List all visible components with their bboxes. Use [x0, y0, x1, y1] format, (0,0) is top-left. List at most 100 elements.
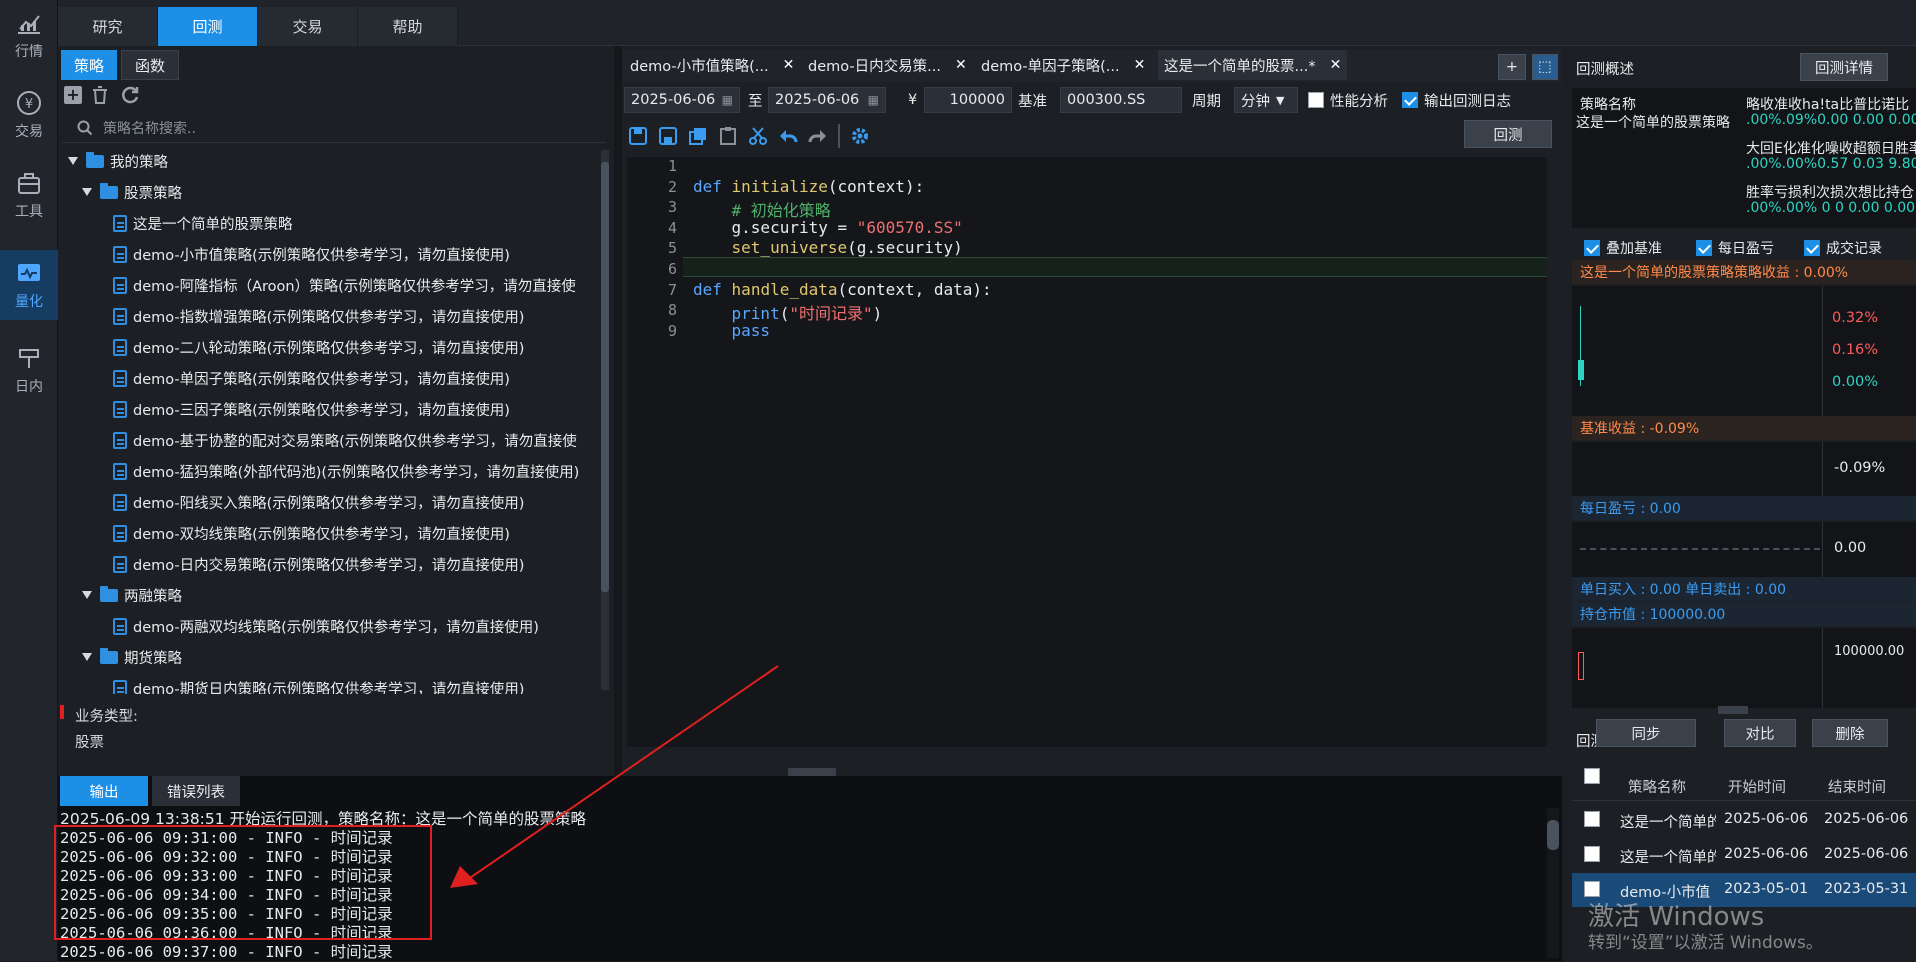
editor-tab[interactable]: demo-单因子策略(... ✕: [981, 50, 1145, 80]
output-log-checkbox[interactable]: 输出回测日志: [1402, 87, 1511, 113]
folder-icon: [100, 647, 118, 664]
trade-record-checkbox[interactable]: 成交记录: [1804, 238, 1882, 258]
tree-group-stock[interactable]: 股票策略: [82, 177, 182, 207]
resize-handle[interactable]: [1718, 706, 1748, 714]
cut-icon[interactable]: [748, 126, 768, 146]
strategy-item[interactable]: demo-阳线买入策略(示例策略仅供参考学习，请勿直接使用): [113, 487, 524, 517]
file-icon: [113, 679, 127, 694]
file-icon: [113, 431, 127, 449]
checkbox-icon[interactable]: [1308, 92, 1324, 108]
save-icon[interactable]: [628, 126, 648, 146]
copy-icon[interactable]: [688, 126, 708, 146]
checkbox-icon[interactable]: [1584, 240, 1600, 256]
checkbox-icon[interactable]: [1696, 240, 1712, 256]
checkbox-icon[interactable]: [1584, 811, 1600, 827]
strategy-item-label: demo-阳线买入策略(示例策略仅供参考学习，请勿直接使用): [133, 495, 525, 512]
tab-research[interactable]: 研究: [58, 7, 158, 46]
rail-item-tools[interactable]: 工具: [0, 160, 58, 230]
end-date-field[interactable]: 2025-06-06 ▦: [768, 87, 886, 113]
bookmark-icon[interactable]: ⬚: [1532, 54, 1558, 80]
strategy-item[interactable]: demo-基于协整的配对交易策略(示例策略仅供参考学习，请勿直接使: [113, 425, 577, 455]
editor-tab[interactable]: demo-日内交易策... ✕: [808, 50, 967, 80]
save-as-icon[interactable]: [658, 126, 678, 146]
tree-root[interactable]: 我的策略: [68, 146, 168, 176]
start-date-field[interactable]: 2025-06-06 ▦: [624, 87, 740, 113]
rail-item-market[interactable]: 行情: [0, 0, 58, 70]
gear-icon[interactable]: [850, 126, 870, 146]
refresh-icon[interactable]: [120, 85, 140, 105]
editor-tab-active[interactable]: 这是一个简单的股票...* ✕: [1158, 50, 1348, 80]
metrics-values-3: .00%.00% 0 0 0.00 0.00: [1746, 200, 1916, 216]
compare-button[interactable]: 对比: [1724, 719, 1796, 747]
strategy-item[interactable]: 这是一个简单的股票策略: [113, 208, 293, 238]
rail-item-intraday[interactable]: 日内: [0, 335, 58, 405]
backtest-button[interactable]: 回测: [1464, 120, 1552, 148]
checkbox-icon[interactable]: [1584, 881, 1600, 897]
tree-group-margin[interactable]: 两融策略: [82, 580, 182, 610]
redo-icon[interactable]: [808, 126, 828, 146]
strategy-item[interactable]: demo-小市值策略(示例策略仅供参考学习，请勿直接使用): [113, 239, 510, 269]
calendar-icon[interactable]: ▦: [722, 93, 733, 107]
tab-trade[interactable]: 交易: [258, 7, 358, 46]
table-row[interactable]: 这是一个简单的 2025-06-06 2025-06-06: [1572, 838, 1916, 872]
calendar-icon[interactable]: ▦: [868, 93, 879, 107]
strategy-item[interactable]: demo-单因子策略(示例策略仅供参考学习，请勿直接使用): [113, 363, 510, 393]
strategy-item[interactable]: demo-阿隆指标（Aroon）策略(示例策略仅供参考学习，请勿直接使: [113, 270, 576, 300]
strategy-item[interactable]: demo-日内交易策略(示例策略仅供参考学习，请勿直接使用): [113, 549, 524, 579]
strategy-item[interactable]: demo-两融双均线策略(示例策略仅供参考学习，请勿直接使用): [113, 611, 539, 641]
strategy-item[interactable]: demo-三因子策略(示例策略仅供参考学习，请勿直接使用): [113, 394, 510, 424]
resize-handle[interactable]: [788, 768, 836, 776]
backtest-detail-button[interactable]: 回测详情: [1800, 53, 1888, 81]
table-row[interactable]: 这是一个简单的 2025-06-06 2025-06-06: [1572, 803, 1916, 837]
perf-analysis-checkbox[interactable]: 性能分析: [1308, 87, 1388, 113]
output-scrollbar[interactable]: [1547, 808, 1559, 958]
strategy-item[interactable]: demo-猛犸策略(外部代码池)(示例策略仅供参考学习，请勿直接使用): [113, 456, 579, 486]
editor-tab[interactable]: demo-小市值策略(... ✕: [630, 50, 794, 80]
tree-scrollbar[interactable]: [601, 150, 609, 690]
delete-button[interactable]: 删除: [1812, 719, 1888, 747]
add-tab-button[interactable]: +: [1498, 54, 1526, 80]
checkbox-icon[interactable]: [1804, 240, 1820, 256]
line-number: 3: [667, 198, 677, 217]
rail-item-quant[interactable]: 量化: [0, 250, 58, 320]
tab-error-list[interactable]: 错误列表: [152, 776, 240, 806]
tab-functions[interactable]: 函数: [121, 50, 179, 80]
paste-icon[interactable]: [718, 126, 738, 146]
editor-scrollbar[interactable]: [1549, 157, 1559, 747]
strategy-item[interactable]: demo-双均线策略(示例策略仅供参考学习，请勿直接使用): [113, 518, 510, 548]
close-icon[interactable]: ✕: [783, 57, 795, 73]
rail-label: 工具: [15, 204, 43, 220]
end-date-value: 2025-06-06: [775, 92, 860, 108]
rail-item-trade[interactable]: ¥ 交易: [0, 80, 58, 150]
row-end: 2023-05-31: [1824, 881, 1909, 897]
strategy-search[interactable]: 策略名称搜索..: [61, 113, 606, 143]
capital-field[interactable]: 100000: [924, 87, 1012, 113]
undo-icon[interactable]: [778, 126, 798, 146]
close-icon[interactable]: ✕: [955, 57, 967, 73]
close-icon[interactable]: ✕: [1134, 57, 1146, 73]
tree-group-futures[interactable]: 期货策略: [82, 642, 182, 672]
add-icon[interactable]: +: [64, 86, 82, 104]
tab-strategy[interactable]: 策略: [61, 50, 117, 80]
benchmark-field[interactable]: 000300.SS: [1060, 87, 1182, 113]
tab-help[interactable]: 帮助: [358, 7, 458, 46]
strategy-item-label: demo-双均线策略(示例策略仅供参考学习，请勿直接使用): [133, 526, 510, 543]
checkbox-icon[interactable]: [1402, 92, 1418, 108]
strategy-item[interactable]: demo-指数增强策略(示例策略仅供参考学习，请勿直接使用): [113, 301, 524, 331]
row-end: 2025-06-06: [1824, 811, 1909, 827]
daily-pnl-checkbox[interactable]: 每日盈亏: [1696, 238, 1774, 258]
metrics-values-1: .00%.09%0.00 0.00 0.00 0.00: [1746, 112, 1916, 128]
checkbox-icon[interactable]: [1584, 846, 1600, 862]
code-editor[interactable]: 1 2 def initialize(context): 3 # 初始化策略 4 g.s…: [627, 157, 1547, 747]
trash-icon[interactable]: [92, 86, 108, 104]
strategy-item[interactable]: demo-二八轮动策略(示例策略仅供参考学习，请勿直接使用): [113, 332, 524, 362]
select-all-checkbox[interactable]: [1584, 768, 1606, 788]
checkbox-icon[interactable]: [1584, 768, 1600, 784]
svg-text:¥: ¥: [25, 97, 33, 112]
tab-output[interactable]: 输出: [60, 776, 148, 806]
period-select[interactable]: 分钟 ▼: [1234, 87, 1298, 113]
sync-button[interactable]: 同步: [1596, 719, 1696, 747]
tab-backtest[interactable]: 回测: [158, 7, 258, 46]
close-icon[interactable]: ✕: [1330, 57, 1342, 73]
overlay-benchmark-checkbox[interactable]: 叠加基准: [1584, 238, 1662, 258]
